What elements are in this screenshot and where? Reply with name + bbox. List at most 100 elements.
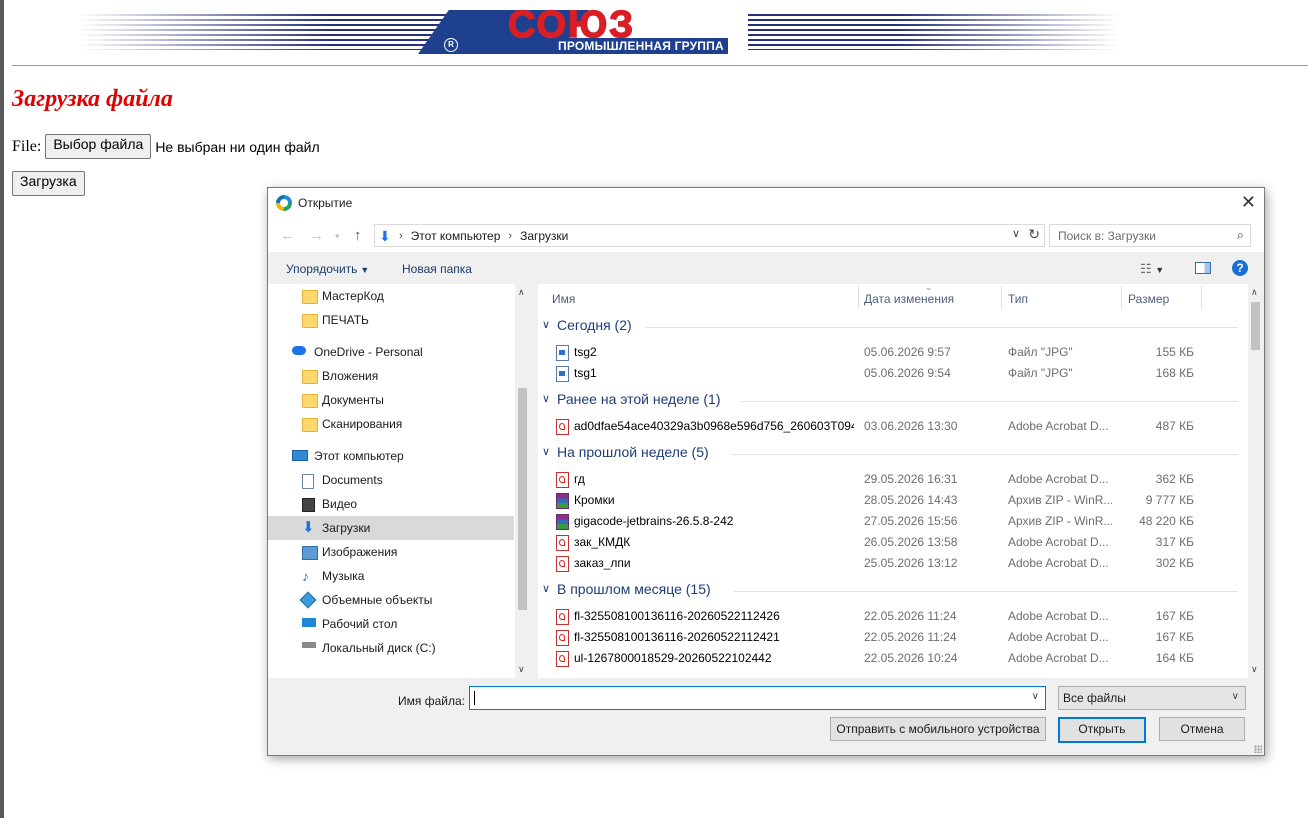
column-divider[interactable] [1201,286,1202,308]
new-folder-button[interactable]: Новая папка [402,262,472,276]
pdf-file-icon [556,419,569,435]
nav-item[interactable]: ♪ Музыка [268,564,514,588]
breadcrumb-separator-icon[interactable]: › [508,230,512,242]
recent-locations-chevron-icon[interactable]: ▾ [335,231,340,242]
page-title: Загрузка файла [12,86,173,112]
group-header[interactable]: ∨ На прошлой неделе (5) [540,444,1238,464]
file-row[interactable]: ad0dfae54ace40329a3b0968e596d756_260603T… [538,415,1238,436]
drive-icon [302,642,316,648]
nav-item[interactable]: OneDrive - Personal [268,340,514,364]
group-header[interactable]: ∨ Ранее на этой неделе (1) [540,391,1238,411]
text-caret [474,691,475,705]
nav-item[interactable]: Локальный диск (C:) [268,636,514,660]
preview-pane-icon[interactable] [1195,262,1211,274]
file-type: Adobe Acrobat D... [1008,419,1109,433]
nav-item[interactable]: Вложения [268,364,514,388]
nav-item[interactable]: Этот компьютер [268,444,514,468]
group-header[interactable]: ∨ Сегодня (2) [540,317,1238,337]
file-row[interactable]: гд 29.05.2026 16:31 Adobe Acrobat D... 362 … [538,468,1238,489]
nav-item[interactable]: Объемные объекты [268,588,514,612]
column-header-size[interactable]: Размер [1128,292,1169,306]
file-row[interactable]: заказ_лпи 25.05.2026 13:12 Adobe Acrobat D… [538,552,1238,573]
nav-item[interactable]: Видео [268,492,514,516]
computer-icon [292,450,308,461]
file-size: 317 КБ [1155,535,1194,549]
close-icon[interactable]: ✕ [1241,192,1256,213]
help-icon[interactable]: ? [1232,260,1248,276]
upload-button[interactable]: Загрузка [12,171,85,196]
documents-icon [302,474,314,489]
nav-item-label: Музыка [322,569,365,583]
breadcrumb-separator-icon[interactable]: › [399,230,403,242]
nav-scrollbar[interactable]: ∧ ∨ [515,284,530,678]
address-bar[interactable]: ⬇ › Этот компьютер › Загрузки ∨ ↻ [374,224,1045,247]
file-row[interactable]: Кромки 28.05.2026 14:43 Архив ZIP - WinR..… [538,489,1238,510]
folder-icon [302,290,318,304]
3d-objects-icon [299,591,317,609]
chevron-down-icon[interactable]: ∨ [542,318,550,331]
column-header-date[interactable]: Дата изменения [864,292,954,306]
column-divider[interactable] [1121,286,1122,308]
file-row[interactable]: gigacode-jetbrains-26.5.8-242 27.05.2026 … [538,510,1238,531]
column-divider[interactable] [1001,286,1002,308]
file-type: Adobe Acrobat D... [1008,535,1109,549]
address-dropdown-chevron-icon[interactable]: ∨ [1012,227,1020,240]
search-box[interactable]: Поиск в: Загрузки ⌕ [1049,224,1251,247]
nav-item-label: Этот компьютер [314,449,404,463]
resize-grip-icon[interactable] [1254,745,1262,753]
nav-scrollbar-thumb[interactable] [518,388,527,610]
file-row[interactable]: tsg2 05.06.2026 9:57 Файл "JPG" 155 КБ [538,341,1238,362]
scroll-down-icon[interactable]: ∨ [1251,664,1258,675]
caret-down-icon: ▼ [360,265,370,275]
nav-item[interactable]: Изображения [268,540,514,564]
nav-item[interactable]: Документы [268,388,514,412]
column-divider[interactable] [858,286,859,308]
file-name: tsg2 [574,345,597,359]
back-arrow-icon[interactable]: ← [280,227,295,244]
file-scrollbar-thumb[interactable] [1251,302,1260,350]
file-type: Adobe Acrobat D... [1008,472,1109,486]
column-header-type[interactable]: Тип [1008,292,1028,306]
breadcrumb-this-pc[interactable]: Этот компьютер [411,229,501,243]
file-row[interactable]: зак_КМДК 26.05.2026 13:58 Adobe Acrobat D.… [538,531,1238,552]
cancel-button[interactable]: Отмена [1159,717,1245,741]
refresh-icon[interactable]: ↻ [1028,226,1040,243]
chrome-icon [276,195,292,211]
nav-item[interactable]: Сканирования [268,412,514,436]
scroll-down-icon[interactable]: ∨ [518,664,525,675]
file-type: Adobe Acrobat D... [1008,651,1109,665]
nav-item[interactable]: Documents [268,468,514,492]
send-from-mobile-button[interactable]: Отправить с мобильного устройства [830,717,1046,741]
scroll-up-icon[interactable]: ∧ [1251,287,1258,298]
file-type-filter[interactable]: Все файлы ∨ [1058,686,1246,710]
column-header-name[interactable]: Имя [552,292,575,306]
organize-button[interactable]: Упорядочить ▼ [286,262,369,276]
chevron-down-icon[interactable]: ∨ [542,445,550,458]
forward-arrow-icon[interactable]: → [309,227,324,244]
chevron-down-icon[interactable]: ∨ [1232,691,1239,702]
filename-input[interactable]: ∨ [469,686,1046,710]
open-button[interactable]: Открыть [1058,717,1146,743]
file-row[interactable]: ul-1267800018529-20260522102442 22.05.202… [538,647,1238,668]
nav-item[interactable]: МастерКод [268,284,514,308]
file-row[interactable]: fl-325508100136116-20260522112421 22.05.2… [538,626,1238,647]
nav-item[interactable]: ⬇ Загрузки [268,516,514,540]
choose-file-button[interactable]: Выбор файла [45,134,152,159]
file-row[interactable]: fl-325508100136116-20260522112426 22.05.2… [538,605,1238,626]
open-file-dialog: Открытие ✕ ← → ▾ ↑ ⬇ › Этот компьютер › … [267,187,1265,756]
file-row[interactable]: tsg1 05.06.2026 9:54 Файл "JPG" 168 КБ [538,362,1238,383]
chevron-down-icon[interactable]: ∨ [542,392,550,405]
chevron-down-icon[interactable]: ∨ [1032,691,1039,702]
chevron-down-icon[interactable]: ∨ [542,582,550,595]
up-arrow-icon[interactable]: ↑ [354,227,362,244]
scroll-up-icon[interactable]: ∧ [518,287,525,298]
group-header[interactable]: ∨ В прошлом месяце (15) [540,581,1238,601]
nav-item[interactable]: ПЕЧАТЬ [268,308,514,332]
search-icon[interactable]: ⌕ [1237,227,1244,243]
file-list-scrollbar[interactable]: ∧ ∨ [1248,284,1263,678]
jpg-file-icon [556,366,569,382]
view-options-icon[interactable]: ☷ ▼ [1140,261,1164,277]
nav-item[interactable]: Рабочий стол [268,612,514,636]
breadcrumb-downloads[interactable]: Загрузки [520,229,568,243]
logo-subtitle: ПРОМЫШЛЕННАЯ ГРУППА [554,38,728,54]
